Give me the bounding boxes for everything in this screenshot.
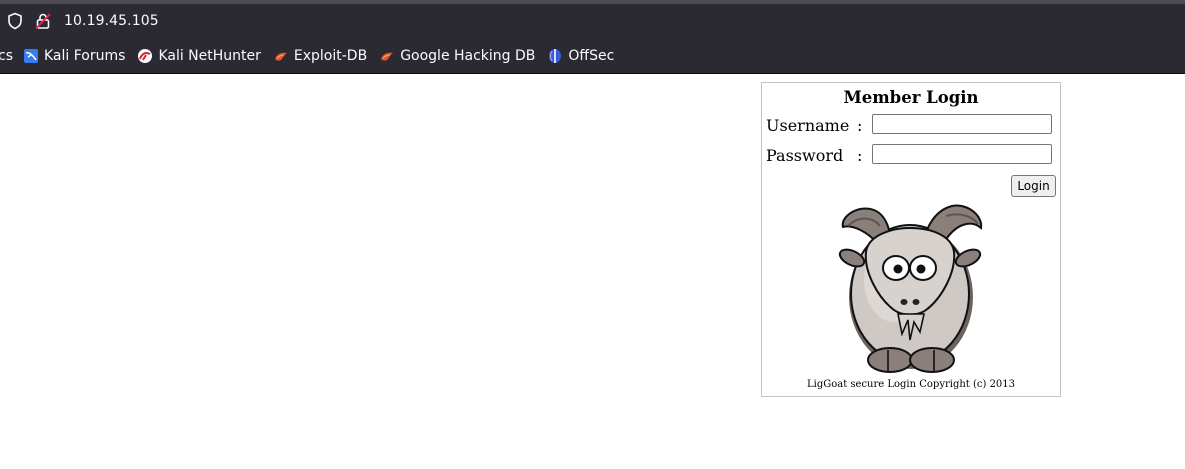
bookmark-label: Kali NetHunter [158, 47, 261, 64]
bookmark-item-cs[interactable]: cs [0, 48, 13, 64]
bookmark-label: Exploit-DB [293, 47, 368, 64]
bookmark-item-offsec[interactable]: OffSec [547, 48, 614, 64]
password-input[interactable] [872, 144, 1052, 164]
username-colon: : [857, 116, 863, 135]
bookmark-item-kali-nethunter[interactable]: Kali NetHunter [137, 47, 261, 64]
address-bar[interactable]: 10.19.45.105 [0, 4, 1185, 38]
username-input[interactable] [872, 114, 1052, 134]
bookmarks-toolbar: cs Kali Forums Kali NetHunter Exploit-DB… [0, 38, 1185, 74]
username-row: Username : [766, 116, 862, 135]
bookmark-label: OffSec [568, 47, 615, 64]
exploit-db-icon [381, 52, 394, 61]
insecure-lock-icon[interactable] [35, 12, 51, 30]
bookmark-label: Google Hacking DB [400, 47, 536, 64]
username-label: Username [766, 116, 850, 135]
copyright-footer: LigGoat secure Login Copyright (c) 2013 [806, 379, 1016, 390]
login-button[interactable]: Login [1011, 175, 1056, 197]
shield-icon[interactable] [7, 12, 23, 30]
password-colon: : [857, 146, 863, 165]
login-title: Member Login [843, 88, 979, 107]
goat-illustration [838, 204, 983, 373]
bookmark-item-kali-forums[interactable]: Kali Forums [23, 48, 125, 64]
bookmark-item-exploit-db[interactable]: Exploit-DB [273, 48, 367, 64]
url-text[interactable]: 10.19.45.105 [64, 13, 159, 29]
kali-nethunter-icon [138, 48, 153, 63]
bookmark-item-google-hacking-db[interactable]: Google Hacking DB [379, 48, 535, 64]
bookmark-label: Kali Forums [44, 47, 126, 64]
login-panel: Member Login Username : Password : Login [761, 82, 1061, 397]
kali-forums-icon [24, 48, 38, 63]
offsec-icon [549, 48, 562, 63]
password-label: Password [766, 146, 844, 165]
exploit-db-icon [274, 52, 287, 61]
password-row: Password : [766, 146, 862, 165]
bookmark-label: cs [0, 47, 13, 64]
